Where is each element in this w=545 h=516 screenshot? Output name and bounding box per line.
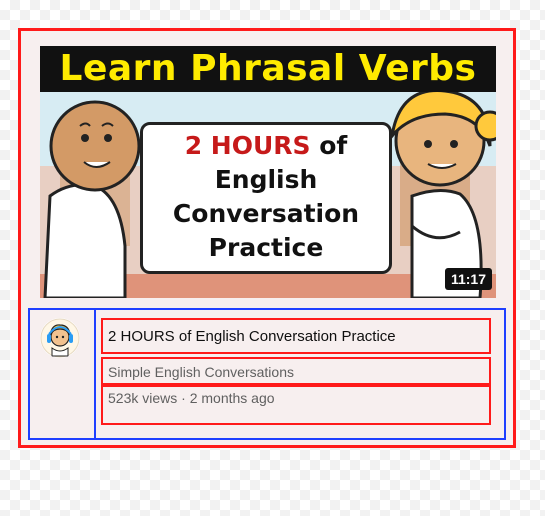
thumbnail-banner: Learn Phrasal Verbs bbox=[40, 46, 496, 92]
video-stats: 523k views · 2 months ago bbox=[101, 385, 491, 425]
headline-of: of bbox=[319, 131, 348, 160]
channel-avatar-icon[interactable] bbox=[40, 318, 80, 358]
thumbnail-headline-box: 2 HOURS of English Conversation Practice bbox=[140, 122, 392, 274]
headline-highlight: 2 HOURS bbox=[184, 131, 311, 160]
video-title[interactable]: 2 HOURS of English Conversation Practice bbox=[101, 318, 491, 354]
headline-line-3: Conversation bbox=[172, 199, 360, 228]
video-thumbnail[interactable]: Learn Phrasal Verbs 2 HOURS of English C… bbox=[40, 46, 496, 298]
avatar-column bbox=[28, 308, 96, 440]
channel-name[interactable]: Simple English Conversations bbox=[101, 357, 491, 385]
headline-line-4: Practice bbox=[208, 233, 324, 262]
headline-line-2: English bbox=[214, 165, 318, 194]
video-duration-badge: 11:17 bbox=[444, 268, 492, 290]
headline-line-1: 2 HOURS of bbox=[143, 129, 389, 163]
channel-avatar-illustration bbox=[40, 318, 80, 358]
